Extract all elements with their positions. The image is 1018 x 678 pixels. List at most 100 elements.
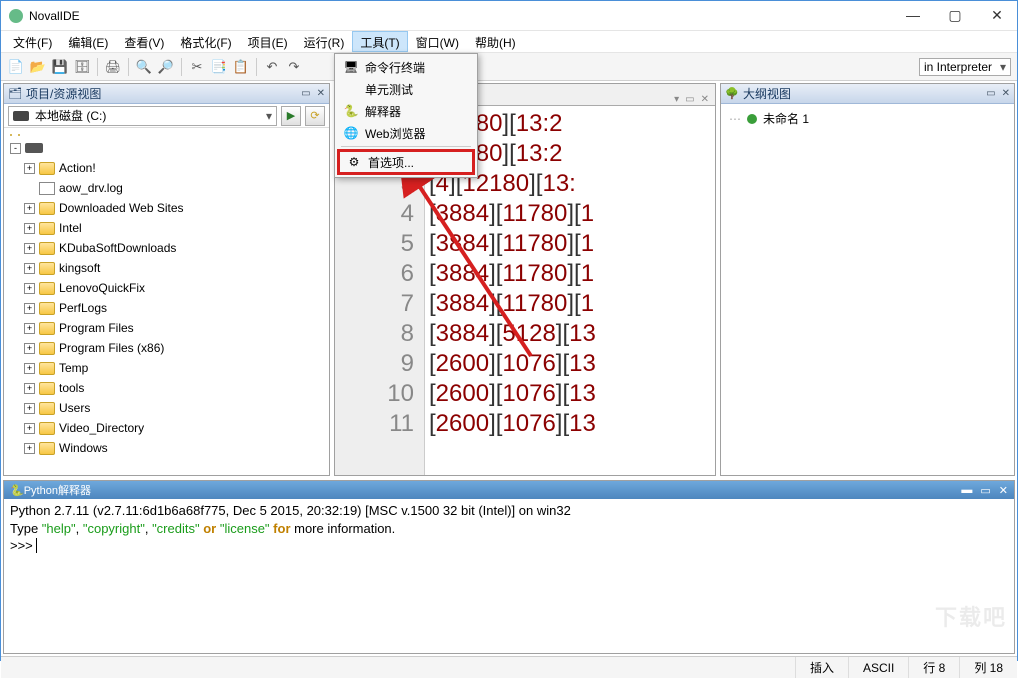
status-insert: 插入 <box>795 657 848 678</box>
tree-folder[interactable]: +Program Files (x86) <box>6 338 327 358</box>
redo-icon[interactable]: ↷ <box>285 58 303 76</box>
save-all-icon[interactable]: 🗄 <box>73 58 91 76</box>
panel-close-icon[interactable]: ✕ <box>317 88 325 99</box>
search-files-icon[interactable]: 🔎 <box>157 58 175 76</box>
dropdown-label: 首选项... <box>368 154 414 171</box>
tree-folder[interactable]: +KDubaSoftDownloads <box>6 238 327 258</box>
expand-icon[interactable]: + <box>24 363 35 374</box>
expand-icon[interactable]: + <box>24 263 35 274</box>
expand-icon[interactable]: + <box>24 203 35 214</box>
file-tree[interactable]: -+Action!aow_drv.log+Downloaded Web Site… <box>4 128 329 475</box>
tree-folder[interactable]: + Temp <box>6 358 327 378</box>
file-icon <box>39 182 55 195</box>
menu-item[interactable]: 文件(F) <box>5 31 60 52</box>
tree-folder[interactable]: +tools <box>6 378 327 398</box>
console-min-icon[interactable]: ▬ <box>961 484 972 497</box>
tree-folder[interactable]: + Action! <box>6 158 327 178</box>
project-panel-header: 🗂 项目/资源视图 ▭✕ <box>4 84 329 104</box>
expand-icon[interactable]: + <box>24 403 35 414</box>
folder-open-icon[interactable] <box>10 134 12 136</box>
tree-folder[interactable]: +Intel <box>6 218 327 238</box>
minimize-button[interactable]: — <box>901 7 925 24</box>
tree-folder[interactable]: +Windows <box>6 438 327 458</box>
tree-folder[interactable]: + Downloaded Web Sites <box>6 198 327 218</box>
expand-icon[interactable]: + <box>24 283 35 294</box>
panel-pin-icon[interactable]: ▭ <box>301 88 310 99</box>
tree-folder[interactable]: - <box>6 138 327 158</box>
menu-item[interactable]: 帮助(H) <box>467 31 524 52</box>
close-button[interactable]: ✕ <box>985 7 1009 24</box>
maximize-button[interactable]: ▢ <box>943 7 967 24</box>
tree-folder[interactable]: +kingsoft <box>6 258 327 278</box>
tree-label: Downloaded Web Sites <box>59 201 184 215</box>
console-output[interactable]: Python 2.7.11 (v2.7.11:6d1b6a68f775, Dec… <box>4 499 1014 558</box>
menu-icon: 🌐 <box>343 125 359 141</box>
search-icon[interactable]: 🔍 <box>135 58 153 76</box>
expand-icon[interactable]: + <box>24 323 35 334</box>
expand-icon[interactable]: + <box>24 163 35 174</box>
folder-icon <box>39 442 55 455</box>
menu-item[interactable]: 编辑(E) <box>60 31 116 52</box>
tree-folder[interactable]: +LenovoQuickFix <box>6 278 327 298</box>
expand-icon[interactable]: + <box>24 343 35 354</box>
tree-label: Action! <box>59 161 96 175</box>
menu-item[interactable]: 窗口(W) <box>408 31 467 52</box>
expand-icon[interactable]: + <box>24 423 35 434</box>
cut-icon[interactable]: ✂ <box>188 58 206 76</box>
interpreter-label: in Interpreter <box>924 60 992 74</box>
panel-pin-icon[interactable]: ▭ <box>986 88 995 99</box>
title-bar: NovalIDE — ▢ ✕ <box>1 1 1017 31</box>
folder-icon <box>39 422 55 435</box>
console-line: Type "help", "copyright", "credits" or "… <box>10 520 1008 538</box>
console-icon: 🐍 <box>10 484 24 497</box>
outline-item[interactable]: ⋯ 未命名 1 <box>729 110 1006 127</box>
tab-menu-icon[interactable]: ▭ <box>685 94 694 105</box>
dropdown-item[interactable]: 单元测试 <box>337 78 475 100</box>
dropdown-item[interactable]: 🌐Web浏览器 <box>337 122 475 144</box>
expand-icon[interactable]: + <box>24 303 35 314</box>
expand-icon[interactable]: + <box>24 383 35 394</box>
console-panel: 🐍 Python解释器 ▬ ▭ ✕ Python 2.7.11 (v2.7.11… <box>3 480 1015 654</box>
copy-icon[interactable]: 📑 <box>210 58 228 76</box>
go-button[interactable]: ▶ <box>281 106 301 126</box>
interpreter-select[interactable]: in Interpreter <box>919 58 1011 76</box>
undo-icon[interactable]: ↶ <box>263 58 281 76</box>
dropdown-item[interactable]: 🐍解释器 <box>337 100 475 122</box>
drive-select[interactable]: 本地磁盘 (C:) <box>8 106 277 126</box>
panel-close-icon[interactable]: ✕ <box>1002 88 1010 99</box>
tree-label: Temp <box>59 361 88 375</box>
tree-label: Program Files <box>59 321 134 335</box>
dropdown-item[interactable]: 🖥命令行终端 <box>337 56 475 78</box>
print-icon[interactable]: 🖨 <box>104 58 122 76</box>
open-icon[interactable]: 📂 <box>29 58 47 76</box>
menu-item[interactable]: 项目(E) <box>240 31 296 52</box>
outline-icon: 🌳 <box>725 87 739 101</box>
status-encoding: ASCII <box>848 657 908 678</box>
tree-file[interactable]: aow_drv.log <box>6 178 327 198</box>
console-prompt: >>> <box>10 537 1008 555</box>
tree-folder[interactable]: +Video_Directory <box>6 418 327 438</box>
status-col: 列 18 <box>959 657 1017 678</box>
expand-icon[interactable]: + <box>24 443 35 454</box>
refresh-button[interactable]: ⟳ <box>305 106 325 126</box>
tab-close-icon[interactable]: ✕ <box>701 94 709 105</box>
paste-icon[interactable]: 📋 <box>232 58 250 76</box>
console-close-icon[interactable]: ✕ <box>999 484 1008 497</box>
expand-icon[interactable]: - <box>10 143 21 154</box>
folder-open-icon[interactable] <box>18 134 20 136</box>
menu-item[interactable]: 运行(R) <box>296 31 353 52</box>
new-file-icon[interactable]: 📄 <box>7 58 25 76</box>
tab-list-icon[interactable]: ▾ <box>674 94 679 105</box>
save-icon[interactable]: 💾 <box>51 58 69 76</box>
expand-icon[interactable]: + <box>24 243 35 254</box>
menu-item[interactable]: 格式化(F) <box>172 31 239 52</box>
dropdown-item-preferences[interactable]: ⚙首选项... <box>337 149 475 175</box>
menu-icon <box>343 81 359 97</box>
tree-folder[interactable]: + Program Files <box>6 318 327 338</box>
tree-folder[interactable]: +Users <box>6 398 327 418</box>
menu-item[interactable]: 查看(V) <box>116 31 172 52</box>
menu-item[interactable]: 工具(T) <box>352 31 407 52</box>
console-max-icon[interactable]: ▭ <box>980 484 990 497</box>
tree-folder[interactable]: +PerfLogs <box>6 298 327 318</box>
expand-icon[interactable]: + <box>24 223 35 234</box>
